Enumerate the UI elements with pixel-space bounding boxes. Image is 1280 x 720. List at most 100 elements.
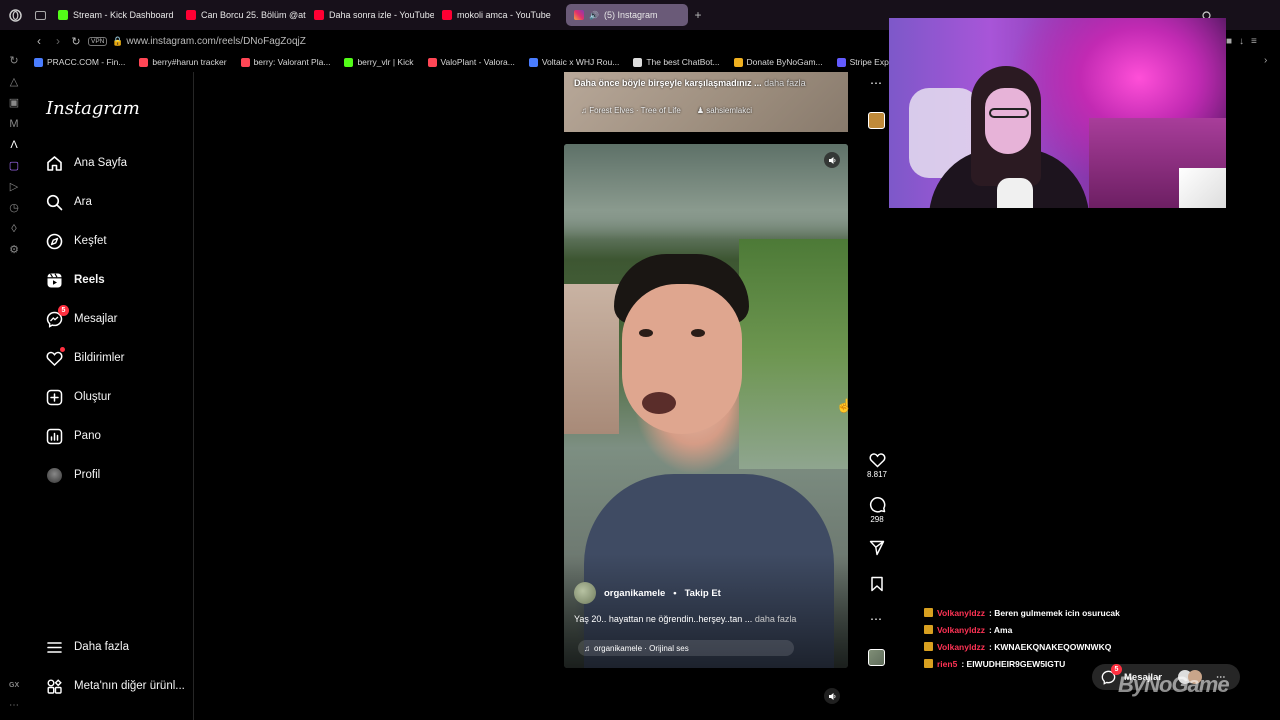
gx-icon[interactable]: GX (9, 682, 19, 689)
nav-dashboard[interactable]: Pano (45, 421, 101, 451)
reel-audio[interactable]: ♫ organikamele · Orijinal ses (578, 640, 794, 656)
tab-youtube-can-borcu[interactable]: Can Borcu 25. Bölüm @ata (178, 4, 306, 26)
nav-profile[interactable]: Profil (45, 460, 100, 490)
clock-icon[interactable]: ◷ (8, 201, 21, 214)
reel-awning (564, 144, 848, 239)
nav-create[interactable]: Oluştur (45, 382, 111, 412)
music-note-icon: ♫ (584, 643, 590, 653)
bookmark[interactable]: Donate ByNoGam... (733, 57, 823, 67)
twitch-icon[interactable]: ▢ (8, 159, 21, 172)
kick-favicon-icon (58, 10, 68, 20)
aria-icon[interactable]: △ (8, 75, 21, 88)
previous-more-options-icon[interactable]: ⋯ (870, 76, 883, 90)
nav-search[interactable]: Ara (45, 187, 92, 217)
share-button[interactable] (866, 540, 888, 556)
comment-button[interactable]: 298 (866, 496, 888, 524)
webcam-streamer-face (985, 88, 1031, 154)
bookmark[interactable]: PRACC.COM - Fin... (34, 57, 125, 67)
extension-icon[interactable]: ■ (1226, 36, 1232, 47)
tab-youtube-watch-later[interactable]: Daha sonra izle - YouTube (306, 4, 434, 26)
speaker-icon[interactable]: 🔊 (589, 11, 599, 20)
tab-label: (5) Instagram (603, 10, 658, 20)
follow-button[interactable]: Takip Et (685, 588, 721, 599)
youtube-favicon-icon (186, 10, 196, 20)
more-options-icon[interactable]: ⋯ (9, 700, 19, 711)
nav-label: Pano (74, 430, 101, 442)
opera-logo-icon[interactable] (0, 8, 30, 22)
nav-label: Daha fazla (74, 641, 129, 653)
chat-message: Volkanyldzz: KWNAEKQNAKEQOWNWKQ (924, 638, 1224, 655)
mute-icon[interactable] (824, 152, 840, 168)
bookmark[interactable]: Voltaic x WHJ Rou... (528, 57, 619, 67)
extensions-icon[interactable]: ◊ (8, 222, 21, 235)
nav-meta-products[interactable]: Meta'nın diğer ürünl... (45, 671, 185, 701)
reload-icon[interactable]: ↻ (66, 35, 86, 48)
url-text[interactable]: www.instagram.com/reels/DNoFagZoqjZ (126, 36, 306, 47)
menu-icon[interactable]: ≡ (1251, 36, 1257, 47)
bookmark[interactable]: The best ChatBot... (633, 57, 720, 67)
chat-username: Volkanyldzz (937, 607, 986, 618)
tab-label: Can Borcu 25. Bölüm @ata (201, 10, 306, 20)
nav-messages[interactable]: 5 Mesajlar (45, 304, 117, 334)
tab-menu-icon[interactable] (30, 10, 50, 20)
vpn-badge[interactable]: VPN (88, 36, 108, 46)
chat-username: Volkanyldzz (937, 624, 986, 635)
dashboard-icon (45, 427, 63, 445)
previous-reel-collab[interactable]: ♟ sahsiemlakci (697, 106, 752, 115)
bookmark-favicon-icon (633, 57, 643, 67)
reel-username[interactable]: organikamele (604, 588, 665, 599)
nav-label: Keşfet (74, 235, 107, 247)
tab-label: Daha sonra izle - YouTube (329, 10, 434, 20)
nav-explore[interactable]: Keşfet (45, 226, 107, 256)
bookmark-label: berry_vlr | Kick (357, 57, 414, 67)
lock-icon: 🔒 (112, 35, 124, 46)
more-link[interactable]: daha fazla (755, 614, 797, 624)
youtube-favicon-icon (314, 10, 324, 20)
previous-reel-audio[interactable]: ♫ Forest Elves · Tree of Life (581, 106, 681, 115)
previous-audio-thumbnail[interactable] (868, 112, 885, 129)
nav-home[interactable]: Ana Sayfa (45, 148, 127, 178)
messages-badge: 5 (58, 305, 69, 316)
meta-apps-icon (45, 677, 63, 695)
more-link[interactable]: daha fazla (764, 78, 806, 88)
bookmark-label: The best ChatBot... (646, 57, 720, 67)
bookmarks-overflow-icon[interactable]: › (1264, 55, 1267, 66)
bookmark[interactable]: berry_vlr | Kick (344, 57, 414, 67)
history-icon[interactable]: ↻ (8, 54, 21, 67)
bookmark[interactable]: berry: Valorant Pla... (240, 57, 330, 67)
bookmark[interactable]: berry#harun tracker (139, 57, 227, 67)
next-reel-mute-icon[interactable] (824, 688, 840, 704)
player-icon[interactable]: ▷ (8, 180, 21, 193)
instagram-logo[interactable]: Instagram (46, 98, 140, 119)
bookmark[interactable]: ValoPlant - Valora... (427, 57, 515, 67)
tab-kick-dashboard[interactable]: Stream - Kick Dashboard (50, 4, 178, 26)
reel-caption: Yaş 20.. hayattan ne öğrendin..herşey..t… (574, 614, 796, 624)
previous-reel-caption: Daha önce böyle birşeyle karşılaşmadınız… (574, 78, 806, 88)
previous-reel[interactable]: Daha önce böyle birşeyle karşılaşmadınız… (564, 72, 848, 132)
screen: { "browser": { "tabs": [ {"label": "Stre… (0, 0, 1280, 720)
reel-person-eye (691, 329, 705, 337)
reel-video[interactable]: organikamele • Takip Et Yaş 20.. hayatta… (564, 144, 848, 668)
nav-reels[interactable]: Reels (45, 265, 105, 295)
nav-notifications[interactable]: Bildirimler (45, 343, 124, 373)
settings-icon[interactable]: ⚙ (8, 243, 21, 256)
workspace-icon[interactable]: ▣ (8, 96, 21, 109)
tab-youtube-mokoli[interactable]: mokoli amca - YouTube (434, 4, 562, 26)
chat-username: Volkanyldzz (937, 641, 986, 652)
download-icon[interactable]: ↓ (1239, 36, 1244, 47)
messenger-app-icon[interactable]: M (8, 117, 21, 130)
bookmark[interactable]: Stripe Expr (836, 57, 892, 67)
save-button[interactable] (866, 576, 888, 592)
audio-thumbnail[interactable] (868, 649, 885, 666)
more-options-icon[interactable]: ⋯ (870, 612, 883, 626)
new-tab-button[interactable]: + (688, 8, 708, 22)
forward-icon[interactable]: › (50, 34, 66, 48)
bookmark-label: PRACC.COM - Fin... (47, 57, 126, 67)
tab-instagram[interactable]: 🔊 (5) Instagram (566, 4, 688, 26)
back-icon[interactable]: ‹ (28, 34, 50, 48)
nav-more[interactable]: Daha fazla (45, 632, 129, 662)
like-button[interactable]: 8.817 (866, 452, 888, 479)
valorant-icon[interactable]: Λ (8, 138, 21, 151)
instagram-sidebar: Instagram Ana Sayfa Ara Keşfet Reels 5 M… (30, 72, 194, 720)
reel-avatar[interactable] (574, 582, 596, 604)
